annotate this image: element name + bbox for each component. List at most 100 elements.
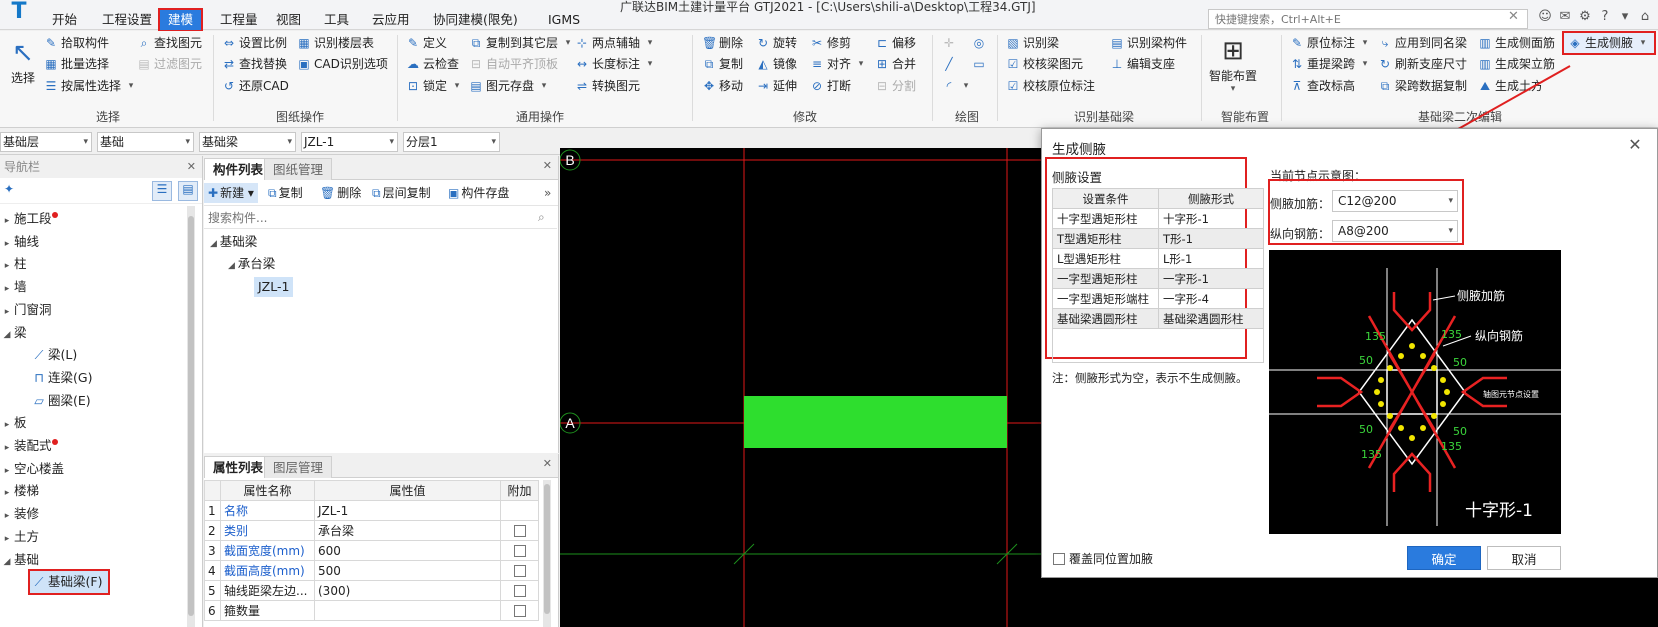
rect-draw-button[interactable]: ▭ bbox=[972, 54, 986, 74]
setting-form[interactable]: 十字形-1 bbox=[1158, 208, 1264, 229]
property-value[interactable]: JZL-1 bbox=[314, 500, 501, 521]
extra-checkbox[interactable] bbox=[513, 605, 526, 617]
menu-modeling[interactable]: 建模 bbox=[157, 8, 204, 32]
two-point-axis-button[interactable]: ⊹ 两点辅轴 ▾ bbox=[575, 33, 657, 53]
nav-subitem[interactable]: ⟋ 基础梁(F) bbox=[27, 569, 111, 596]
edit-support-button[interactable]: ⊥ 编辑支座 bbox=[1110, 54, 1175, 74]
in-place-annotation-button[interactable]: ✎ 原位标注 ▾ bbox=[1290, 33, 1372, 53]
category-select[interactable]: 基础 ▾ bbox=[97, 132, 194, 152]
nav-item[interactable]: ◢ 基础 bbox=[0, 549, 39, 571]
mirror-button[interactable]: ◭ 镜像 bbox=[756, 54, 797, 74]
filter-element-button[interactable]: ▤ 过滤图元 bbox=[137, 54, 202, 74]
table-row[interactable]: 一字型遇矩形柱 一字形-1 bbox=[1052, 268, 1264, 289]
property-value[interactable]: 600 bbox=[314, 540, 501, 561]
scrollbar-thumb[interactable] bbox=[544, 484, 550, 614]
message-icon[interactable]: ✉ bbox=[1556, 9, 1574, 24]
recognize-beam-component-button[interactable]: ▤ 识别梁构件 bbox=[1110, 33, 1187, 53]
close-icon[interactable]: ✕ bbox=[1624, 135, 1646, 154]
copy-to-layer-button[interactable]: ⧉ 复制到其它层 ▾ bbox=[469, 33, 575, 53]
setting-form[interactable]: L形-1 bbox=[1158, 248, 1264, 269]
menu-collab[interactable]: 协同建模(限免) bbox=[425, 10, 526, 30]
help-icon[interactable]: ? bbox=[1596, 9, 1614, 24]
delete-button[interactable]: 🗑 删除 bbox=[702, 33, 743, 53]
save-component-button[interactable]: ▣ 构件存盘 bbox=[448, 183, 509, 203]
setting-form[interactable]: 一字形-1 bbox=[1158, 268, 1264, 289]
property-scrollbar[interactable] bbox=[543, 480, 551, 627]
close-icon[interactable]: ✕ bbox=[543, 457, 552, 470]
property-value[interactable]: 500 bbox=[314, 560, 501, 581]
chevron-down-icon[interactable]: ▾ bbox=[1616, 9, 1634, 24]
point-draw-button[interactable]: ✛ bbox=[942, 33, 956, 53]
check-elevation-button[interactable]: ⊼ 查改标高 bbox=[1290, 76, 1355, 96]
table-row[interactable]: 一字型遇矩形端柱 一字形-4 bbox=[1052, 288, 1264, 309]
menu-tools[interactable]: 工具 bbox=[316, 10, 357, 30]
nav-item[interactable]: ▸ 墙 bbox=[0, 276, 27, 298]
check-annotation-button[interactable]: ☑ 校核原位标注 bbox=[1006, 76, 1095, 96]
restore-cad-button[interactable]: ↺ 还原CAD bbox=[222, 76, 289, 96]
copy-component-button[interactable]: ⧉ 复制 bbox=[268, 183, 303, 203]
table-row[interactable]: 十字型遇矩形柱 十字形-1 bbox=[1052, 208, 1264, 229]
table-row[interactable]: 4 截面高度(mm) 500 bbox=[204, 560, 539, 581]
copy-between-layers-button[interactable]: ⧉ 层间复制 bbox=[372, 183, 431, 203]
convert-element-button[interactable]: ⇌ 转换图元 bbox=[575, 76, 640, 96]
nav-subitem[interactable]: ⊓ 连梁(G) bbox=[30, 367, 92, 389]
extra-checkbox[interactable] bbox=[513, 525, 526, 537]
table-row[interactable]: 2 类别 承台梁 bbox=[204, 520, 539, 541]
rotate-button[interactable]: ↻ 旋转 bbox=[756, 33, 797, 53]
property-value[interactable]: 承台梁 bbox=[314, 520, 501, 541]
nav-item[interactable]: ▸ 施工段 bbox=[0, 208, 58, 230]
find-element-button[interactable]: ⌕ 查找图元 bbox=[137, 33, 202, 53]
component-type-select[interactable]: 基础梁 ▾ bbox=[199, 132, 296, 152]
nav-item[interactable]: ▸ 柱 bbox=[0, 253, 27, 275]
nav-item[interactable]: ▸ 轴线 bbox=[0, 231, 39, 253]
menu-start[interactable]: 开始 bbox=[44, 10, 85, 30]
table-row[interactable]: 基础梁遇圆形柱 基础梁遇圆形柱 bbox=[1052, 308, 1264, 329]
select-button[interactable]: ↖ 选择 bbox=[6, 37, 40, 86]
line-draw-button[interactable]: ╱ bbox=[942, 54, 956, 74]
menu-cloud[interactable]: 云应用 bbox=[364, 10, 418, 30]
nav-scrollbar[interactable] bbox=[187, 206, 195, 627]
table-row[interactable]: 3 截面宽度(mm) 600 bbox=[204, 540, 539, 561]
delete-component-button[interactable]: 🗑 删除 bbox=[320, 183, 361, 203]
table-row[interactable]: 5 轴线距梁左边... (300) bbox=[204, 580, 539, 601]
detail-view-icon[interactable]: ▤ bbox=[178, 181, 198, 201]
layer-select[interactable]: 分层1 ▾ bbox=[403, 132, 500, 152]
component-search-input[interactable] bbox=[204, 207, 557, 229]
add-icon[interactable]: ✦ bbox=[4, 182, 14, 196]
nav-item[interactable]: ▸ 门窗洞 bbox=[0, 299, 52, 321]
property-value[interactable] bbox=[314, 600, 501, 621]
nav-item[interactable]: ◢ 梁 bbox=[0, 322, 27, 344]
arc-draw-button[interactable]: ◜ ▾ bbox=[942, 76, 973, 96]
recognize-beam-button[interactable]: ▧ 识别梁 bbox=[1006, 33, 1059, 53]
menu-igms[interactable]: IGMS bbox=[540, 10, 588, 30]
length-dimension-button[interactable]: ↔ 长度标注 ▾ bbox=[575, 54, 657, 74]
extra-checkbox[interactable] bbox=[513, 585, 526, 597]
set-scale-button[interactable]: ⇔ 设置比例 bbox=[222, 33, 287, 53]
table-row[interactable]: 1 名称 JZL-1 bbox=[204, 500, 539, 521]
find-replace-button[interactable]: ⇄ 查找替换 bbox=[222, 54, 287, 74]
select-by-property-button[interactable]: ☰ 按属性选择 ▾ bbox=[44, 76, 138, 96]
home-icon[interactable]: ⌂ bbox=[1636, 9, 1654, 24]
new-button[interactable]: ✚ 新建 ▾ bbox=[204, 183, 258, 203]
nav-item[interactable]: ▸ 土方 bbox=[0, 526, 39, 548]
cancel-button[interactable]: 取消 bbox=[1487, 546, 1561, 570]
tab-drawing-manage[interactable]: 图纸管理 bbox=[264, 158, 333, 180]
batch-select-button[interactable]: ▦ 批量选择 bbox=[44, 54, 109, 74]
cover-same-position-option[interactable]: 覆盖同位置加腋 bbox=[1053, 550, 1153, 567]
menu-view[interactable]: 视图 bbox=[268, 10, 309, 30]
save-element-button[interactable]: ▤ 图元存盘 ▾ bbox=[469, 76, 551, 96]
search-icon[interactable]: ✕ bbox=[1508, 9, 1519, 24]
recognize-floor-table-button[interactable]: ▦ 识别楼层表 bbox=[297, 33, 374, 53]
setting-form[interactable]: 基础梁遇圆形柱 bbox=[1158, 308, 1264, 329]
move-button[interactable]: ✥ 移动 bbox=[702, 76, 743, 96]
nav-item[interactable]: ▸ 装配式 bbox=[0, 435, 58, 457]
trim-button[interactable]: ✂ 修剪 bbox=[810, 33, 851, 53]
tab-component-list[interactable]: 构件列表 bbox=[204, 158, 273, 180]
circle-draw-button[interactable]: ◎ bbox=[972, 33, 986, 53]
quick-search-input[interactable] bbox=[1208, 9, 1528, 29]
merge-button[interactable]: ⊞ 合并 bbox=[875, 54, 916, 74]
close-icon[interactable]: ✕ bbox=[187, 156, 196, 178]
haunch-rebar-select[interactable]: C12@200 ▾ bbox=[1332, 190, 1458, 212]
setting-form[interactable]: 一字形-4 bbox=[1158, 288, 1264, 309]
tab-property-list[interactable]: 属性列表 bbox=[204, 456, 273, 478]
